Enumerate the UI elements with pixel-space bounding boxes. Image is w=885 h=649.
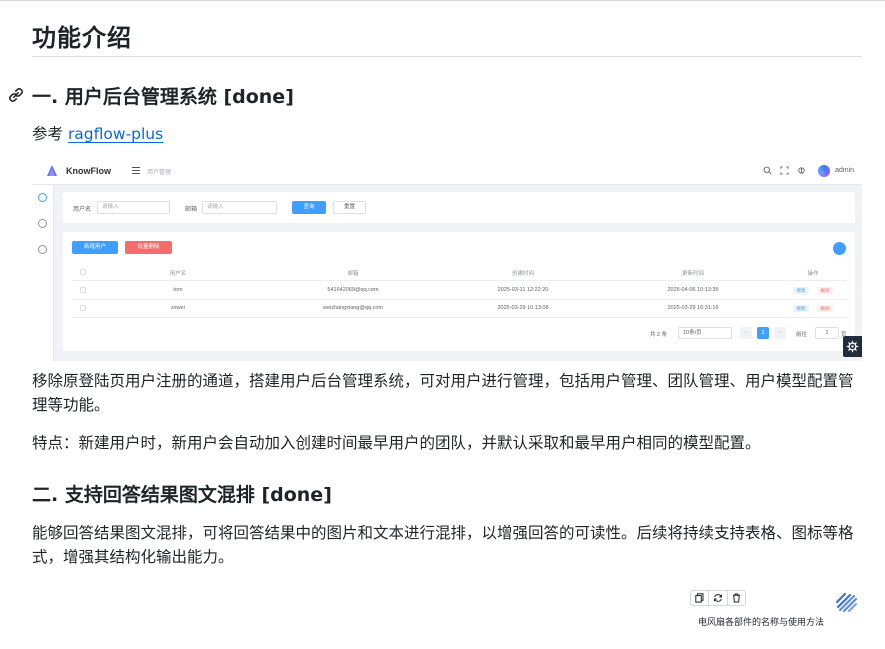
username-input[interactable]: 请输入: [97, 201, 170, 214]
col-email: 邮箱: [347, 271, 359, 277]
fullscreen-icon[interactable]: [780, 166, 789, 175]
avatar[interactable]: [818, 165, 830, 177]
table-cell: 2025-03-11 12:22:20: [497, 287, 549, 293]
table-cell: tom: [173, 287, 183, 293]
search-icon[interactable]: [763, 166, 772, 175]
trash-icon: [732, 593, 741, 603]
knowflow-logo-icon: [47, 165, 57, 176]
delete-button[interactable]: 删除: [817, 305, 833, 312]
search-button[interactable]: 查询: [292, 201, 326, 214]
theme-icon[interactable]: [797, 166, 806, 175]
screenshot-brand: KnowFlow: [66, 166, 111, 176]
image-toolbar: [690, 590, 746, 606]
sidebar-team-icon[interactable]: [38, 219, 47, 228]
table-cell: 541642069@qq.com: [327, 287, 379, 293]
search-form-card: 用户名 请输入 邮箱 请输入 查询 重置: [63, 192, 855, 223]
sidebar-config-icon[interactable]: [38, 245, 47, 254]
edit-button[interactable]: 修改: [793, 287, 809, 294]
header-divider: [72, 280, 847, 281]
email-input[interactable]: 请输入: [202, 201, 277, 214]
settings-float-button[interactable]: [843, 336, 862, 357]
delete-button[interactable]: 删除: [817, 287, 833, 294]
row-divider: [72, 317, 847, 318]
section-2-description: 能够回答结果图文混排，可将回答结果中的图片和文本进行混排，以增强回答的可读性。后…: [32, 524, 854, 566]
pagination-total: 共 2 条: [650, 332, 668, 338]
table-cell: 2025-03-29 16:31:16: [667, 305, 719, 311]
row-checkbox[interactable]: [80, 287, 86, 293]
page-size-select[interactable]: 10条/页: [678, 327, 732, 339]
current-page[interactable]: 1: [757, 327, 769, 339]
prev-page-button[interactable]: ‹: [740, 327, 752, 339]
image-caption: 电风扇各部件的名称与使用方法: [698, 618, 825, 628]
email-label: 邮箱: [185, 207, 198, 213]
menu-icon[interactable]: [132, 167, 140, 174]
goto-input[interactable]: 1: [815, 327, 839, 339]
refresh-button[interactable]: [709, 591, 728, 605]
gear-icon: [846, 340, 859, 353]
col-updated: 更新时间: [681, 271, 704, 277]
ragflow-plus-link[interactable]: ragflow-plus: [68, 125, 163, 143]
screenshot-sidebar: [32, 185, 54, 361]
user-table-card: 新增用户 批量删除 用户名 邮箱 创建时间 更新时间 操作 tom 541642…: [63, 232, 855, 351]
col-created: 创建时间: [511, 271, 534, 277]
refresh-icon[interactable]: [833, 242, 846, 255]
table-cell: 2025-03-29 10:13:08: [497, 305, 549, 311]
reset-button[interactable]: 重置: [333, 201, 366, 214]
row-divider: [72, 299, 847, 300]
copy-icon: [695, 593, 704, 603]
goto-label: 前往: [796, 332, 808, 338]
reference-prefix: 参考: [32, 125, 68, 143]
section-2-heading: 二. 支持回答结果图文混排 [done]: [32, 484, 332, 506]
select-all-checkbox[interactable]: [80, 269, 86, 275]
sidebar-user-icon[interactable]: [38, 193, 47, 202]
top-divider: [0, 0, 885, 1]
stripes-logo-icon: [835, 592, 858, 613]
table-cell: weizhangxiang@qq.com: [322, 305, 383, 311]
screenshot-username[interactable]: admin: [835, 167, 854, 174]
section-1-feature: 特点：新建用户时，新用户会自动加入创建时间最早用户的团队，并默认采取和最早用户相…: [32, 434, 761, 452]
reference-line: 参考 ragflow-plus: [32, 122, 857, 146]
refresh-icon: [713, 594, 722, 602]
edit-button[interactable]: 修改: [793, 305, 809, 312]
add-user-button[interactable]: 新增用户: [72, 241, 118, 254]
username-label: 用户名: [73, 207, 92, 213]
table-cell: 2025-04-06 10:13:35: [667, 287, 719, 293]
col-username: 用户名: [169, 271, 187, 277]
title-divider: [32, 56, 862, 57]
copy-button[interactable]: [691, 591, 710, 605]
batch-delete-button[interactable]: 批量删除: [125, 241, 172, 254]
next-page-button[interactable]: ›: [774, 327, 786, 339]
page-title: 功能介绍: [32, 24, 132, 52]
screenshot-breadcrumb: 用户管理: [147, 170, 172, 176]
section-1-heading: 一. 用户后台管理系统 [done]: [32, 86, 294, 108]
col-actions: 操作: [807, 271, 819, 277]
row-checkbox[interactable]: [80, 305, 86, 311]
link-anchor-icon[interactable]: [7, 86, 25, 104]
table-cell: zxwei: [171, 305, 185, 311]
section-1-description: 移除原登陆页用户注册的通道，搭建用户后台管理系统，可对用户进行管理，包括用户管理…: [32, 372, 854, 414]
admin-system-screenshot: KnowFlow 用户管理 admin 用户名 请输入 邮箱 请输入 查询 重置…: [32, 157, 862, 361]
delete-image-button[interactable]: [728, 591, 745, 605]
screenshot-topbar: KnowFlow 用户管理 admin: [32, 157, 862, 185]
